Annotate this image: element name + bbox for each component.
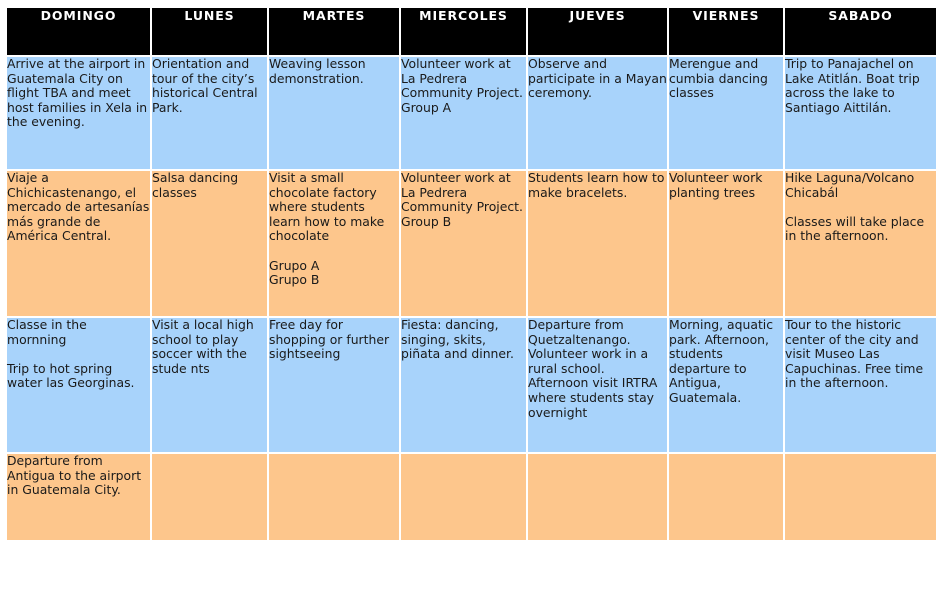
cell-text: Students learn how to make bracelets. (528, 170, 665, 200)
cell-text: Free day for shopping or further sightse… (269, 317, 390, 362)
schedule-cell: Classe in the mornning Trip to hot sprin… (7, 317, 152, 454)
cell-text: Weaving lesson demonstration. (269, 56, 366, 86)
cell-text: Classe in the mornning Trip to hot sprin… (7, 317, 135, 391)
schedule-cell: Hike Laguna/Volcano Chicabál Classes wil… (785, 170, 936, 318)
table-row: Arrive at the airport in Guatemala City … (7, 56, 936, 171)
column-header-viernes: VIERNES (669, 8, 785, 57)
table-body: Arrive at the airport in Guatemala City … (7, 56, 936, 540)
cell-text: Morning, aquatic park. Afternoon, studen… (669, 317, 774, 405)
schedule-cell: Tour to the historic center of the city … (785, 317, 936, 454)
schedule-cell (401, 454, 528, 540)
table-row: Viaje a Chichicastenango, el mercado de … (7, 170, 936, 318)
schedule-cell: Arrive at the airport in Guatemala City … (7, 56, 152, 171)
schedule-cell: Viaje a Chichicastenango, el mercado de … (7, 170, 152, 318)
cell-text: Arrive at the airport in Guatemala City … (7, 56, 148, 130)
schedule-cell (669, 454, 785, 540)
schedule-cell: Orientation and tour of the city’s histo… (152, 56, 269, 171)
cell-text: Salsa dancing classes (152, 170, 239, 200)
schedule-cell: Weaving lesson demonstration. (269, 56, 401, 171)
cell-text: Tour to the historic center of the city … (785, 317, 924, 391)
column-header-domingo: DOMINGO (7, 8, 152, 57)
cell-text: Viaje a Chichicastenango, el mercado de … (7, 170, 150, 244)
cell-text: Merengue and cumbia dancing classes (669, 56, 768, 101)
cell-text: Hike Laguna/Volcano Chicabál Classes wil… (785, 170, 925, 244)
schedule-cell: Volunteer work planting trees (669, 170, 785, 318)
schedule-cell: Salsa dancing classes (152, 170, 269, 318)
table-row: Departure from Antigua to the airport in… (7, 453, 936, 540)
schedule-cell: Students learn how to make bracelets. (528, 170, 669, 318)
schedule-cell: Volunteer work at La Pedrera Community P… (401, 56, 528, 171)
schedule-cell: Trip to Panajachel on Lake Atitlán. Boat… (785, 56, 936, 171)
cell-text (785, 454, 936, 455)
schedule-cell: Visit a local high school to play soccer… (152, 317, 269, 454)
cell-text (401, 454, 526, 455)
column-header-miercoles: MIERCOLES (401, 8, 528, 57)
cell-text: Trip to Panajachel on Lake Atitlán. Boat… (785, 56, 920, 115)
schedule-cell: Free day for shopping or further sightse… (269, 317, 401, 454)
table-row: Classe in the mornning Trip to hot sprin… (7, 317, 936, 454)
cell-text (269, 454, 399, 455)
column-header-jueves: JUEVES (528, 8, 669, 57)
cell-text (152, 454, 267, 455)
schedule-cell (152, 454, 269, 540)
cell-text: Departure from Quetzaltenango. Volunteer… (528, 317, 658, 420)
cell-text (669, 454, 783, 455)
schedule-cell (269, 454, 401, 540)
weekly-schedule-table: DOMINGO LUNES MARTES MIERCOLES JUEVES VI… (7, 8, 936, 540)
cell-text: Visit a small chocolate factory where st… (269, 170, 385, 288)
schedule-cell (528, 454, 669, 540)
schedule-cell: Volunteer work at La Pedrera Community P… (401, 170, 528, 318)
cell-text: Volunteer work planting trees (669, 170, 763, 200)
cell-text: Volunteer work at La Pedrera Community P… (401, 170, 523, 229)
cell-text: Visit a local high school to play soccer… (152, 317, 254, 376)
schedule-cell: Departure from Quetzaltenango. Volunteer… (528, 317, 669, 454)
schedule-cell: Merengue and cumbia dancing classes (669, 56, 785, 171)
column-header-lunes: LUNES (152, 8, 269, 57)
cell-text (528, 454, 667, 455)
column-header-martes: MARTES (269, 8, 401, 57)
schedule-cell: Fiesta: dancing, singing, skits, piñata … (401, 317, 528, 454)
cell-text: Fiesta: dancing, singing, skits, piñata … (401, 317, 514, 362)
cell-text: Observe and participate in a Mayan cerem… (528, 56, 667, 101)
schedule-cell: Departure from Antigua to the airport in… (7, 453, 152, 540)
cell-text: Departure from Antigua to the airport in… (7, 453, 142, 498)
table-header-row: DOMINGO LUNES MARTES MIERCOLES JUEVES VI… (7, 8, 936, 57)
schedule-container: DOMINGO LUNES MARTES MIERCOLES JUEVES VI… (7, 8, 936, 604)
cell-text: Volunteer work at La Pedrera Community P… (401, 56, 523, 115)
schedule-cell: Visit a small chocolate factory where st… (269, 170, 401, 318)
schedule-cell (785, 454, 936, 540)
schedule-cell: Observe and participate in a Mayan cerem… (528, 56, 669, 171)
column-header-sabado: SABADO (785, 8, 936, 57)
cell-text: Orientation and tour of the city’s histo… (152, 56, 258, 115)
table-header-row-group: DOMINGO LUNES MARTES MIERCOLES JUEVES VI… (7, 8, 936, 57)
schedule-cell: Morning, aquatic park. Afternoon, studen… (669, 317, 785, 454)
